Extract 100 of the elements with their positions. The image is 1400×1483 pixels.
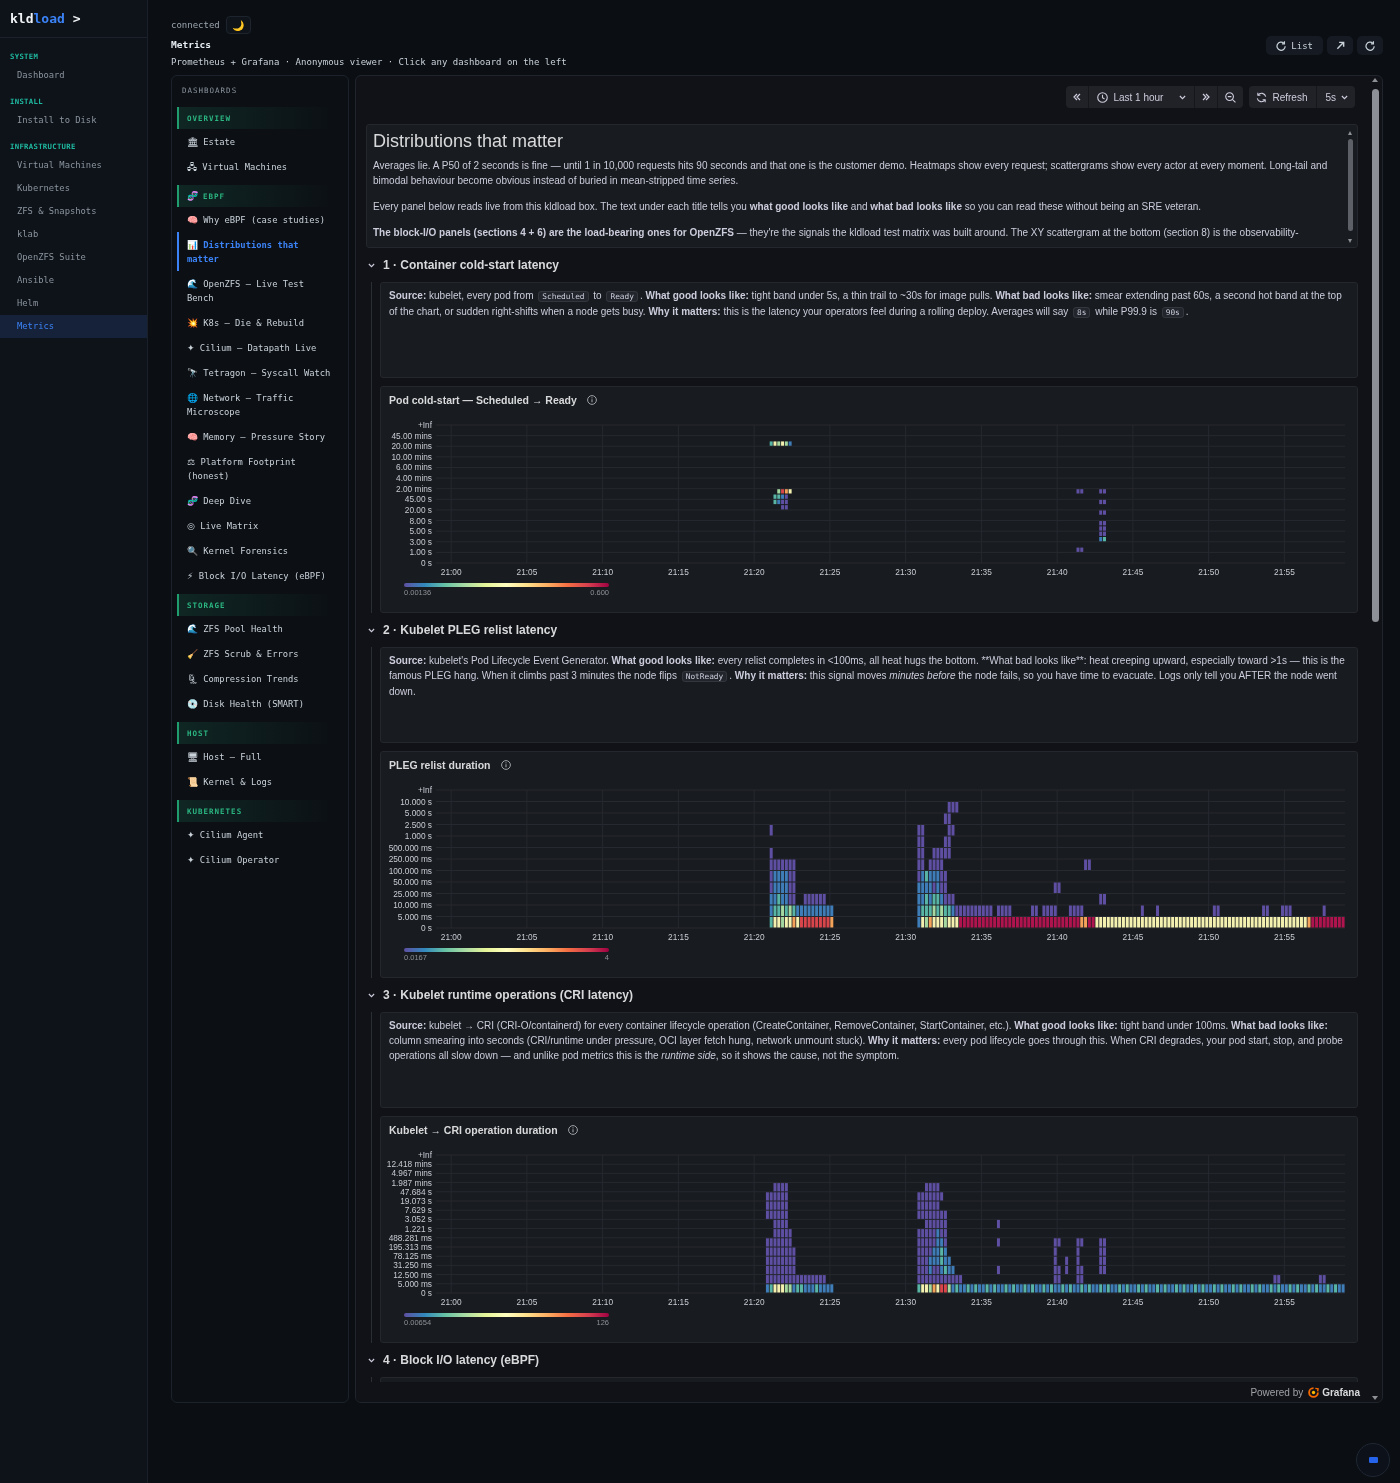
y-axis-label: 10.00 mins	[391, 451, 432, 462]
menu-item[interactable]: 🌐 Network — Traffic Microscope	[177, 385, 348, 424]
nav-link[interactable]: klab	[0, 223, 147, 246]
x-axis-label: 21:50	[1198, 567, 1220, 577]
x-axis-label: 21:25	[819, 567, 841, 577]
nav-link[interactable]: Helm	[0, 292, 147, 315]
nav-link[interactable]: OpenZFS Suite	[0, 246, 147, 269]
menu-item[interactable]: 🧠 Memory — Pressure Story	[177, 424, 348, 449]
menu-item[interactable]: 🌊 OpenZFS — Live Test Bench	[177, 271, 348, 310]
x-axis-label: 21:55	[1274, 567, 1295, 577]
shift-forward-button[interactable]	[1194, 86, 1218, 108]
x-axis-label: 21:10	[592, 932, 614, 942]
y-axis-label: 25.000 ms	[393, 888, 432, 899]
y-axis-label: 1.000 s	[404, 831, 432, 841]
menu-item[interactable]: 🗜 Compression Trends	[177, 666, 348, 691]
refresh-icon	[1256, 91, 1268, 103]
x-axis-label: 21:20	[743, 567, 765, 577]
menu-item[interactable]: ⚖ Platform Footprint (honest)	[177, 449, 348, 488]
reload-button[interactable]	[1357, 36, 1383, 55]
menu-item[interactable]: 🌊 ZFS Pool Health	[177, 616, 348, 641]
nav-link[interactable]: Kubernetes	[0, 177, 147, 200]
panel-title: Pod cold-start — Scheduled → Ready	[389, 394, 577, 406]
x-axis-label: 21:00	[440, 567, 462, 577]
description-text: Source: kubelet → CRI (CRI-O/containerd) for every container lifecycle operation (CreateContainer, RemoveContainer, StartContainer, etc.). What good looks like: tight band under 100ms. What bad looks like: column smearing into seconds (CRI/runtime under pressure, OCI layer fetch hung, network unmount stuck). Why it matters: every pod lifecycle goes through this. When CRI degrades, your pod start, stop, and probe operations all slow down — and unlike pod metrics this is the runtime side, so it shows the cause, not the symptom.	[389, 1019, 1344, 1063]
menu-item[interactable]: 🖥 Host — Full	[177, 744, 348, 769]
y-axis-label: 12.418 mins	[386, 1159, 432, 1170]
menu-item[interactable]: 🧬 Deep Dive	[177, 488, 348, 513]
y-axis-label: 0 s	[420, 558, 432, 568]
wave-icon: 🌊	[187, 623, 198, 634]
menu-item[interactable]: 📊 Distributions that matter	[177, 232, 348, 271]
disc-icon: 💿	[187, 698, 198, 709]
menu-item[interactable]: ✦ Cilium Operator	[177, 847, 348, 872]
list-button[interactable]: List	[1266, 36, 1323, 55]
y-axis-label: 45.00 mins	[391, 430, 432, 441]
y-axis-label: 250.000 ms	[388, 854, 432, 864]
y-axis-label: 7.629 s	[404, 1205, 432, 1216]
sparkle-icon: ✦	[187, 854, 195, 865]
section-toggle[interactable]: 3 · Kubelet runtime operations (CRI latency)	[366, 978, 634, 1012]
menu-item[interactable]: 🏛 Estate	[177, 129, 348, 154]
section-toggle[interactable]: 4 · Block I/O latency (eBPF)	[366, 1343, 540, 1377]
x-axis-label: 21:50	[1198, 1297, 1220, 1307]
section-toggle[interactable]: 1 · Container cold-start latency	[366, 248, 560, 282]
section-toggle[interactable]: 2 · Kubelet PLEG relist latency	[366, 613, 558, 647]
y-axis-label: 2.500 s	[404, 819, 432, 830]
nav-link[interactable]: Install to Disk	[0, 109, 147, 132]
menu-item[interactable]: ◎ Live Matrix	[177, 513, 348, 538]
time-range-picker[interactable]: Last 1 hour	[1088, 86, 1195, 108]
chat-button[interactable]	[1356, 1443, 1390, 1477]
ring-icon: ◎	[187, 520, 195, 531]
y-axis-label: 78.125 ms	[393, 1251, 432, 1262]
shift-back-button[interactable]	[1066, 86, 1089, 108]
y-axis-label: +Inf	[417, 1150, 432, 1160]
y-axis-label: 47.684 s	[400, 1186, 432, 1197]
menu-item[interactable]: 🧠 Why eBPF (case studies)	[177, 207, 348, 232]
y-axis-label: 6.00 mins	[396, 462, 432, 473]
refresh-interval-picker[interactable]: 5s	[1316, 86, 1355, 108]
x-axis-label: 21:15	[668, 932, 689, 942]
refresh-button[interactable]: Refresh	[1249, 86, 1317, 108]
nav-link[interactable]: Virtual Machines	[0, 154, 147, 177]
x-axis-label: 21:55	[1274, 932, 1295, 942]
x-axis-label: 21:15	[668, 567, 689, 577]
y-axis-label: 4.967 mins	[391, 1168, 432, 1179]
menu-item[interactable]: 🖧 Virtual Machines	[177, 154, 348, 179]
x-axis-label: 21:40	[1046, 1297, 1068, 1307]
logo-icon	[1308, 1386, 1320, 1398]
brand-name: Grafana	[1322, 1386, 1360, 1398]
external-link-button[interactable]	[1327, 36, 1353, 55]
nav-link[interactable]: Ansible	[0, 269, 147, 292]
classical-building-icon: 🏛	[187, 136, 198, 147]
theme-toggle-button[interactable]: 🌙	[225, 16, 251, 34]
menu-item[interactable]: 💿 Disk Health (SMART)	[177, 691, 348, 716]
menu-item[interactable]: 🧹 ZFS Scrub & Errors	[177, 641, 348, 666]
refresh-icon	[1365, 40, 1375, 51]
menu-item[interactable]: 🔍 Kernel Forensics	[177, 538, 348, 563]
zoom-out-button[interactable]	[1217, 86, 1244, 108]
double-chevron-right-icon	[1202, 93, 1211, 101]
nav-link[interactable]: Dashboard	[0, 64, 147, 87]
x-axis-label: 21:20	[743, 1297, 765, 1307]
y-axis-label: 8.00 s	[409, 515, 432, 526]
menu-item[interactable]: ✦ Cilium Agent	[177, 822, 348, 847]
menu-item[interactable]: 💥 K8s — Die & Rebuild	[177, 310, 348, 335]
nav-link[interactable]: Metrics	[0, 315, 147, 338]
x-axis-label: 21:35	[971, 1297, 992, 1307]
y-axis-label: 5.000 s	[404, 808, 432, 818]
menu-item[interactable]: ⚡ Block I/O Latency (eBPF)	[177, 563, 348, 588]
powered-by-text: Powered by	[1250, 1386, 1304, 1398]
paragraph: Every panel below reads live from this kldload box. The text under each title tells you what good looks like and what bad looks like so you can read these without being an SRE veteran.	[373, 200, 1203, 214]
broom-icon: 🧹	[187, 648, 198, 659]
menu-item[interactable]: 🔭 Tetragon — Syscall Watch	[177, 360, 348, 385]
menu-item[interactable]: ✦ Cilium — Datapath Live	[177, 335, 348, 360]
nav-link[interactable]: ZFS & Snapshots	[0, 200, 147, 223]
menu-item[interactable]: 📜 Kernel & Logs	[177, 769, 348, 794]
y-axis-label: 1.00 s	[409, 547, 432, 558]
refresh-icon	[1276, 40, 1287, 51]
panel-title: Distributions that matter	[373, 130, 565, 152]
telescope-icon: 🔭	[187, 367, 198, 378]
brain-icon: 🧠	[187, 431, 198, 442]
x-axis-label: 21:00	[440, 1297, 462, 1307]
clock-icon	[1097, 91, 1109, 103]
page-title: Metrics	[171, 38, 212, 52]
